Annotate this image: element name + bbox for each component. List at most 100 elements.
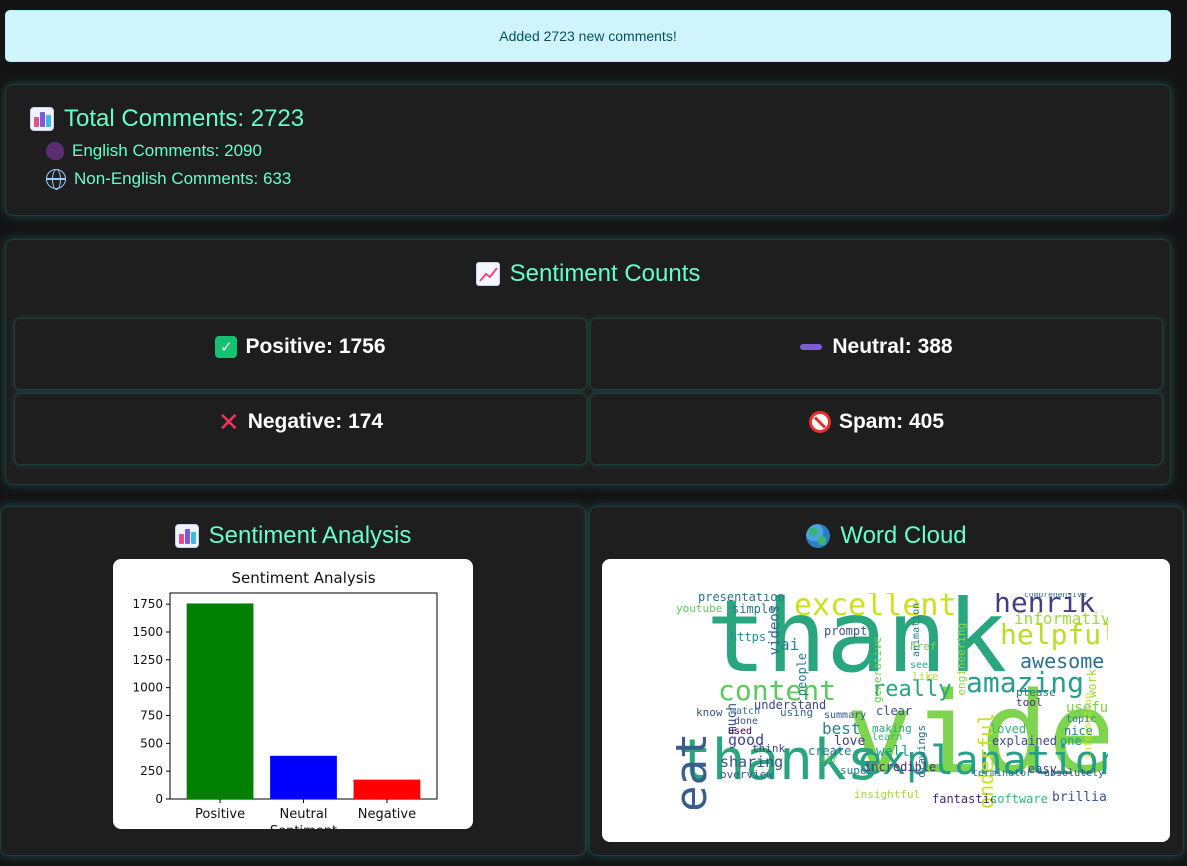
x-icon: ✕ bbox=[217, 407, 240, 437]
word-cloud-word: well bbox=[876, 744, 910, 760]
word-cloud-title: Word Cloud bbox=[840, 522, 967, 549]
globe-icon bbox=[46, 169, 66, 190]
word-cloud-word: insightful bbox=[854, 788, 921, 801]
sentiment-analysis-heading: Sentiment Analysis bbox=[1, 522, 585, 550]
word-cloud-word: one bbox=[1060, 734, 1082, 748]
neutral-count-card: Neutral: 388 bbox=[590, 318, 1163, 390]
bar-neutral bbox=[270, 755, 337, 799]
word-cloud-word: loved bbox=[990, 722, 1027, 736]
english-comments-row: English Comments: 2090 bbox=[46, 141, 262, 161]
word-cloud-word: ai bbox=[780, 635, 800, 654]
y-tick-label: 1500 bbox=[132, 625, 163, 639]
negative-label: Negative: bbox=[247, 410, 349, 433]
word-cloud-word: simple bbox=[732, 602, 776, 616]
word-cloud-heading: Word Cloud bbox=[590, 522, 1183, 550]
x-tick-label: Positive bbox=[195, 807, 245, 822]
total-comments-label: Total Comments: 2723 bbox=[64, 105, 305, 132]
sentiment-bar-chart-svg: Sentiment Analysis 0 250 500 750 1000 1250 1500… bbox=[132, 569, 438, 829]
word-cloud-word: brilliant bbox=[1052, 790, 1108, 805]
totals-panel: Total Comments: 2723 English Comments: 2… bbox=[5, 84, 1171, 216]
bar-chart-icon bbox=[174, 524, 199, 548]
y-tick-label: 1000 bbox=[132, 681, 163, 695]
word-cloud-word: information bbox=[1083, 692, 1094, 759]
x-tick-label: Neutral bbox=[280, 807, 328, 822]
word-cloud-word: like bbox=[912, 670, 939, 683]
word-cloud-word: software bbox=[990, 792, 1048, 806]
word-cloud-word: seen bbox=[910, 660, 935, 671]
neutral-value: 388 bbox=[917, 335, 953, 358]
x-axis-label: Sentiment bbox=[270, 824, 337, 829]
speaking-head-icon bbox=[46, 142, 64, 160]
word-cloud-word: tool bbox=[1016, 696, 1043, 709]
word-cloud-word: youtube bbox=[676, 602, 723, 615]
english-comments-label: English Comments: 2090 bbox=[72, 141, 262, 160]
spam-count-card: Spam: 405 bbox=[590, 393, 1163, 465]
positive-value: 1756 bbox=[338, 335, 386, 358]
bar-negative bbox=[353, 779, 421, 799]
non-english-comments-label: Non-English Comments: 633 bbox=[74, 169, 292, 188]
word-cloud-panel: Word Cloud thankvideothanksexplanationgr… bbox=[589, 506, 1184, 856]
positive-count-card: ✓ Positive: 1756 bbox=[14, 318, 587, 390]
word-cloud-word: animation bbox=[911, 602, 922, 657]
word-cloud-word: terminator bbox=[972, 768, 1033, 779]
word-cloud-word: people bbox=[795, 652, 809, 697]
word-cloud-word: sir bbox=[820, 754, 839, 765]
check-icon: ✓ bbox=[215, 336, 238, 358]
word-cloud-word: informative bbox=[1014, 609, 1108, 628]
sentiment-counts-heading: Sentiment Counts bbox=[6, 260, 1170, 288]
earth-globe-icon bbox=[806, 524, 831, 548]
word-cloud-word: engineering bbox=[955, 622, 968, 696]
word-cloud-canvas: thankvideothanksexplanationgreatexcellen… bbox=[676, 593, 1108, 809]
trending-chart-icon bbox=[475, 262, 500, 286]
spam-label: Spam: bbox=[838, 410, 909, 433]
word-cloud-word: generative bbox=[871, 636, 884, 703]
word-cloud-word: explained bbox=[992, 734, 1058, 748]
y-tick-label: 500 bbox=[140, 736, 163, 750]
y-tick-label: 750 bbox=[140, 708, 163, 722]
non-english-comments-row: Non-English Comments: 633 bbox=[46, 169, 292, 190]
x-tick-label: Negative bbox=[358, 807, 416, 822]
word-cloud-word: fantastic bbox=[932, 792, 998, 806]
word-cloud-word: comprehensive bbox=[1024, 593, 1087, 599]
word-cloud-word: absolutely bbox=[1044, 768, 1105, 779]
chart-title: Sentiment Analysis bbox=[231, 569, 375, 587]
sentiment-counts-title: Sentiment Counts bbox=[509, 260, 701, 287]
negative-count-card: ✕ Negative: 174 bbox=[14, 393, 587, 465]
word-cloud-word: summary bbox=[824, 710, 867, 721]
word-cloud-word: overview bbox=[720, 768, 773, 781]
y-tick-label: 250 bbox=[140, 764, 163, 778]
bar-chart-icon bbox=[30, 107, 54, 131]
word-cloud-word: drawings bbox=[915, 724, 928, 778]
total-comments-row: Total Comments: 2723 bbox=[30, 105, 304, 133]
word-cloud-word: used bbox=[728, 726, 753, 737]
neutral-label: Neutral: bbox=[832, 335, 918, 358]
sentiment-chart: Sentiment Analysis 0 250 500 750 1000 1250 1500… bbox=[113, 559, 473, 829]
sentiment-analysis-panel: Sentiment Analysis Sentiment Analysis 0 25… bbox=[0, 506, 586, 856]
negative-value: 174 bbox=[348, 410, 384, 433]
word-cloud-word: work bbox=[1085, 668, 1099, 698]
word-cloud-word: topic bbox=[1066, 714, 1097, 725]
y-tick-label: 0 bbox=[155, 792, 163, 806]
word-cloud-word: done bbox=[734, 716, 759, 727]
word-cloud-word: using bbox=[780, 706, 814, 719]
y-tick-label: 1250 bbox=[132, 653, 163, 667]
word-cloud-word: great bbox=[676, 732, 717, 809]
sentiment-counts-panel: Sentiment Counts ✓ Positive: 1756 Neutra… bbox=[5, 239, 1171, 485]
no-entry-icon bbox=[808, 411, 831, 433]
word-cloud-image: thankvideothanksexplanationgreatexcellen… bbox=[602, 559, 1170, 842]
spam-value: 405 bbox=[908, 410, 945, 433]
word-cloud-word: clear bbox=[876, 704, 913, 718]
word-cloud-word: think bbox=[752, 742, 786, 755]
word-cloud-word: know bbox=[696, 706, 723, 719]
word-cloud-word: https bbox=[730, 630, 767, 644]
success-alert: Added 2723 new comments! bbox=[5, 10, 1171, 62]
positive-label: Positive: bbox=[245, 335, 339, 358]
dash-icon bbox=[800, 344, 823, 350]
y-tick-label: 1750 bbox=[132, 597, 163, 611]
word-cloud-word: learn bbox=[872, 732, 903, 743]
word-cloud-word: excellent bbox=[794, 593, 957, 623]
word-cloud-word: super bbox=[840, 764, 874, 777]
word-cloud-word: prompt bbox=[824, 624, 868, 638]
alert-message: Added 2723 new comments! bbox=[499, 28, 677, 44]
bar-positive bbox=[186, 603, 254, 799]
